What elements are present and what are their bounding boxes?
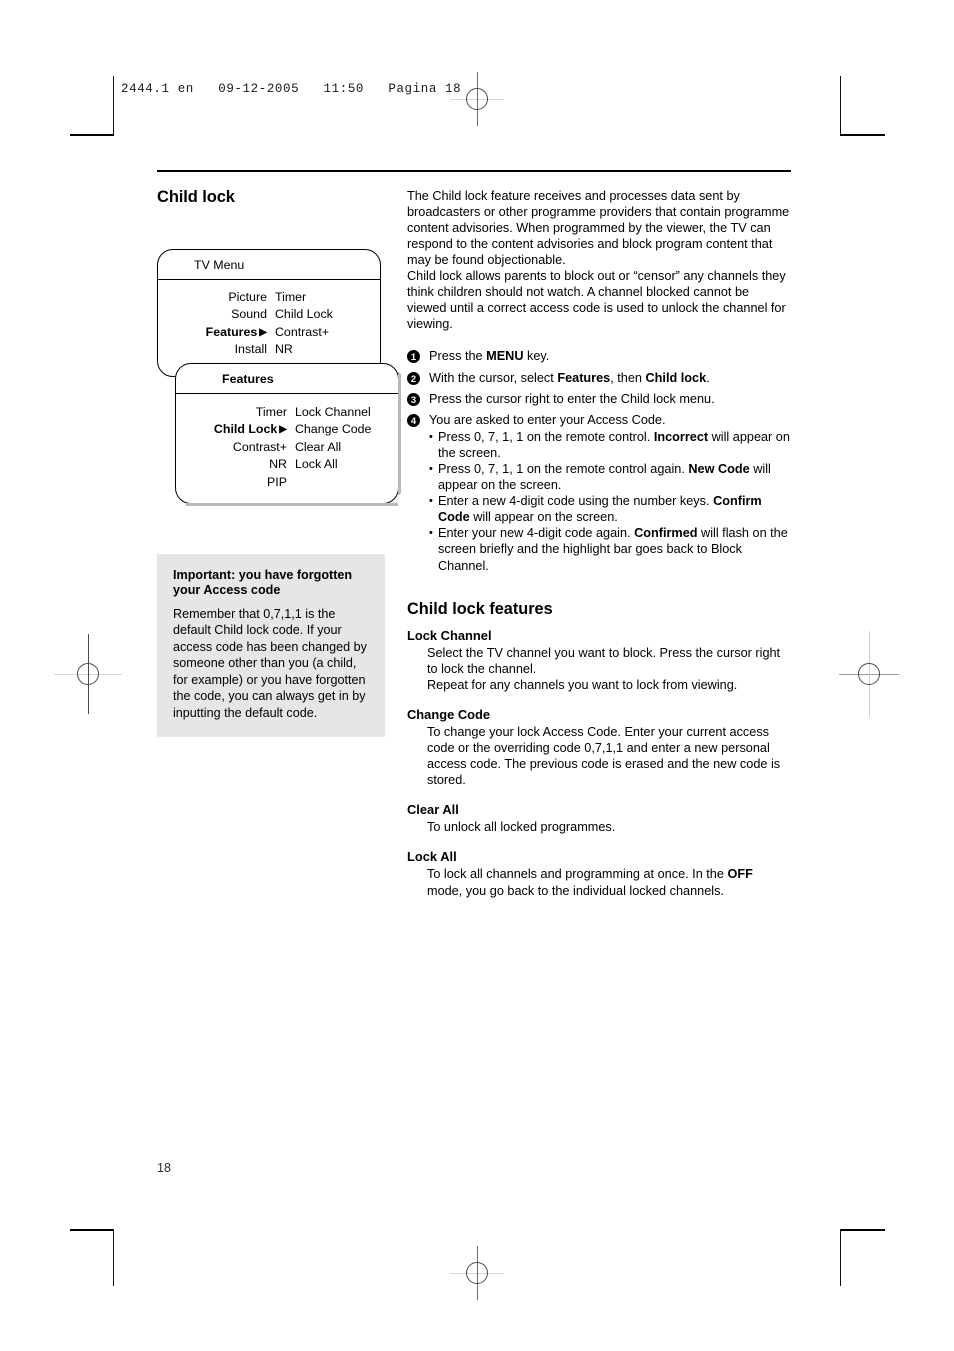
tv-menu-item-install[interactable]: Install: [158, 341, 267, 359]
intro-paragraph-1: The Child lock feature receives and proc…: [407, 188, 790, 267]
child-lock-sub-lock-all[interactable]: Lock All: [295, 456, 398, 474]
right-column: The Child lock feature receives and proc…: [407, 188, 791, 899]
feature-heading-lock-all: Lock All: [407, 849, 457, 865]
step-item: 2 With the cursor, select Features, then…: [407, 370, 791, 386]
page-title: Child lock: [157, 187, 235, 206]
tv-menu-diagram: TV Menu Picture Sound Features ▶ Install …: [157, 248, 401, 521]
left-column: Child lock TV Menu Picture Sound Feature…: [157, 187, 401, 738]
intro-text: The Child lock feature receives and proc…: [407, 188, 791, 333]
slug-rule-right: [840, 76, 841, 134]
page-content: Child lock TV Menu Picture Sound Feature…: [157, 170, 791, 898]
feature-heading-lock-channel: Lock Channel: [407, 627, 492, 643]
tv-menu-item-sound[interactable]: Sound: [158, 306, 267, 324]
features-menu-items: Timer Child Lock ▶ Contrast+ NR PIP Lock …: [176, 394, 398, 502]
tv-menu-screen-box: TV Menu Picture Sound Features ▶ Install …: [157, 248, 381, 377]
tv-menu-sub-child-lock[interactable]: Child Lock: [275, 306, 380, 324]
tv-menu-item-picture[interactable]: Picture: [158, 289, 267, 307]
registration-mark-ring: [858, 663, 880, 685]
features-item-child-lock[interactable]: Child Lock ▶: [176, 421, 287, 439]
feature-body-change-code: To change your lock Access Code. Enter y…: [427, 724, 781, 788]
slug-rule-bottom-right: [840, 1230, 841, 1286]
features-menu-right-column: Lock Channel Change Code Clear All Lock …: [287, 404, 398, 492]
crop-mark-bottom-right: [840, 1229, 885, 1231]
tv-menu-sub-nr[interactable]: NR: [275, 341, 380, 359]
chevron-right-icon: ▶: [259, 326, 267, 338]
features-item-timer[interactable]: Timer: [176, 404, 287, 422]
crop-mark-top-left: [70, 134, 114, 136]
registration-mark-ring: [77, 663, 99, 685]
step-number-badge: 3: [407, 392, 420, 406]
features-item-child-lock-label: Child Lock: [213, 422, 278, 437]
tv-menu-left-column: Picture Sound Features ▶ Install: [158, 289, 267, 359]
tv-menu-sub-timer[interactable]: Timer: [275, 289, 380, 307]
registration-mark-ring: [466, 1262, 488, 1284]
tv-menu-item-features-label: Features: [205, 324, 258, 339]
feature-body-clear-all: To unlock all locked programmes.: [427, 820, 616, 835]
tv-menu-right-column: Timer Child Lock Contrast+ NR: [267, 289, 380, 359]
features-menu-left-column: Timer Child Lock ▶ Contrast+ NR PIP: [176, 404, 287, 492]
step-number-badge: 1: [407, 350, 420, 364]
feature-heading-change-code: Change Code: [407, 706, 491, 722]
feature-body-lock-channel: Select the TV channel you want to block.…: [427, 645, 781, 692]
step-item: 1 Press the MENU key.: [407, 348, 791, 364]
step-number-badge: 4: [407, 413, 420, 427]
features-item-nr[interactable]: NR: [176, 456, 287, 474]
step-sub-bullet: Press 0, 7, 1, 1 on the remote control a…: [429, 461, 791, 493]
slug-rule-left: [113, 76, 114, 134]
box-drop-shadow: [380, 258, 381, 368]
child-lock-sub-lock-channel[interactable]: Lock Channel: [295, 404, 398, 422]
page-number: 18: [157, 1161, 171, 1175]
features-item-contrast-plus[interactable]: Contrast+: [176, 439, 287, 457]
child-lock-sub-clear-all[interactable]: Clear All: [295, 439, 398, 457]
prepress-slug-line: 2444.1 en 09-12-2005 11:50 Pagina 18: [121, 82, 462, 96]
step-text: You are asked to enter your Access Code.: [429, 412, 666, 427]
step-text: Press the MENU key.: [429, 349, 550, 364]
numbered-steps-list: 1 Press the MENU key. 2 With the cursor,…: [407, 348, 791, 573]
box-drop-shadow: [398, 371, 401, 495]
chevron-right-icon: ▶: [279, 424, 287, 436]
important-callout-body: Remember that 0,7,1,1 is the default Chi…: [173, 606, 367, 720]
features-menu-screen-box: Features Timer Child Lock ▶ Contrast+ NR …: [175, 362, 401, 506]
header-rule: [157, 170, 791, 172]
child-lock-sub-change-code[interactable]: Change Code: [295, 421, 398, 439]
step-number-badge: 2: [407, 371, 420, 385]
features-item-pip[interactable]: PIP: [176, 474, 287, 492]
feature-heading-clear-all: Clear All: [407, 802, 459, 818]
step-text: Press the cursor right to enter the Chil…: [429, 391, 715, 406]
child-lock-features-heading: Child lock features: [407, 599, 553, 618]
registration-mark-ring: [466, 88, 488, 110]
features-menu-title: Features: [176, 364, 398, 394]
intro-paragraph-2: Child lock allows parents to block out o…: [407, 269, 786, 332]
feature-body-lock-all: To lock all channels and programming at …: [427, 867, 753, 898]
step-item: 3 Press the cursor right to enter the Ch…: [407, 391, 791, 407]
important-callout-title: Important: you have forgotten your Acces…: [173, 567, 353, 598]
slug-rule-bottom-left: [113, 1230, 114, 1286]
step-sub-bullet-list: Press 0, 7, 1, 1 on the remote control. …: [429, 429, 791, 574]
box-drop-shadow-bottom: [186, 502, 398, 506]
step-text: With the cursor, select Features, then C…: [429, 370, 710, 385]
tv-menu-title: TV Menu: [158, 250, 380, 280]
step-sub-bullet: Enter a new 4-digit code using the numbe…: [429, 493, 791, 525]
tv-menu-sub-contrast-plus[interactable]: Contrast+: [275, 324, 380, 342]
step-item: 4 You are asked to enter your Access Cod…: [407, 412, 791, 574]
tv-menu-items: Picture Sound Features ▶ Install Timer Ch…: [158, 280, 380, 369]
tv-menu-item-features[interactable]: Features ▶: [158, 324, 267, 342]
step-sub-bullet: Enter your new 4-digit code again. Confi…: [429, 525, 791, 573]
step-sub-bullet: Press 0, 7, 1, 1 on the remote control. …: [429, 429, 791, 461]
important-callout-box: Important: you have forgotten your Acces…: [157, 553, 385, 738]
crop-mark-bottom-left: [70, 1229, 114, 1231]
crop-mark-top-right: [840, 134, 885, 136]
